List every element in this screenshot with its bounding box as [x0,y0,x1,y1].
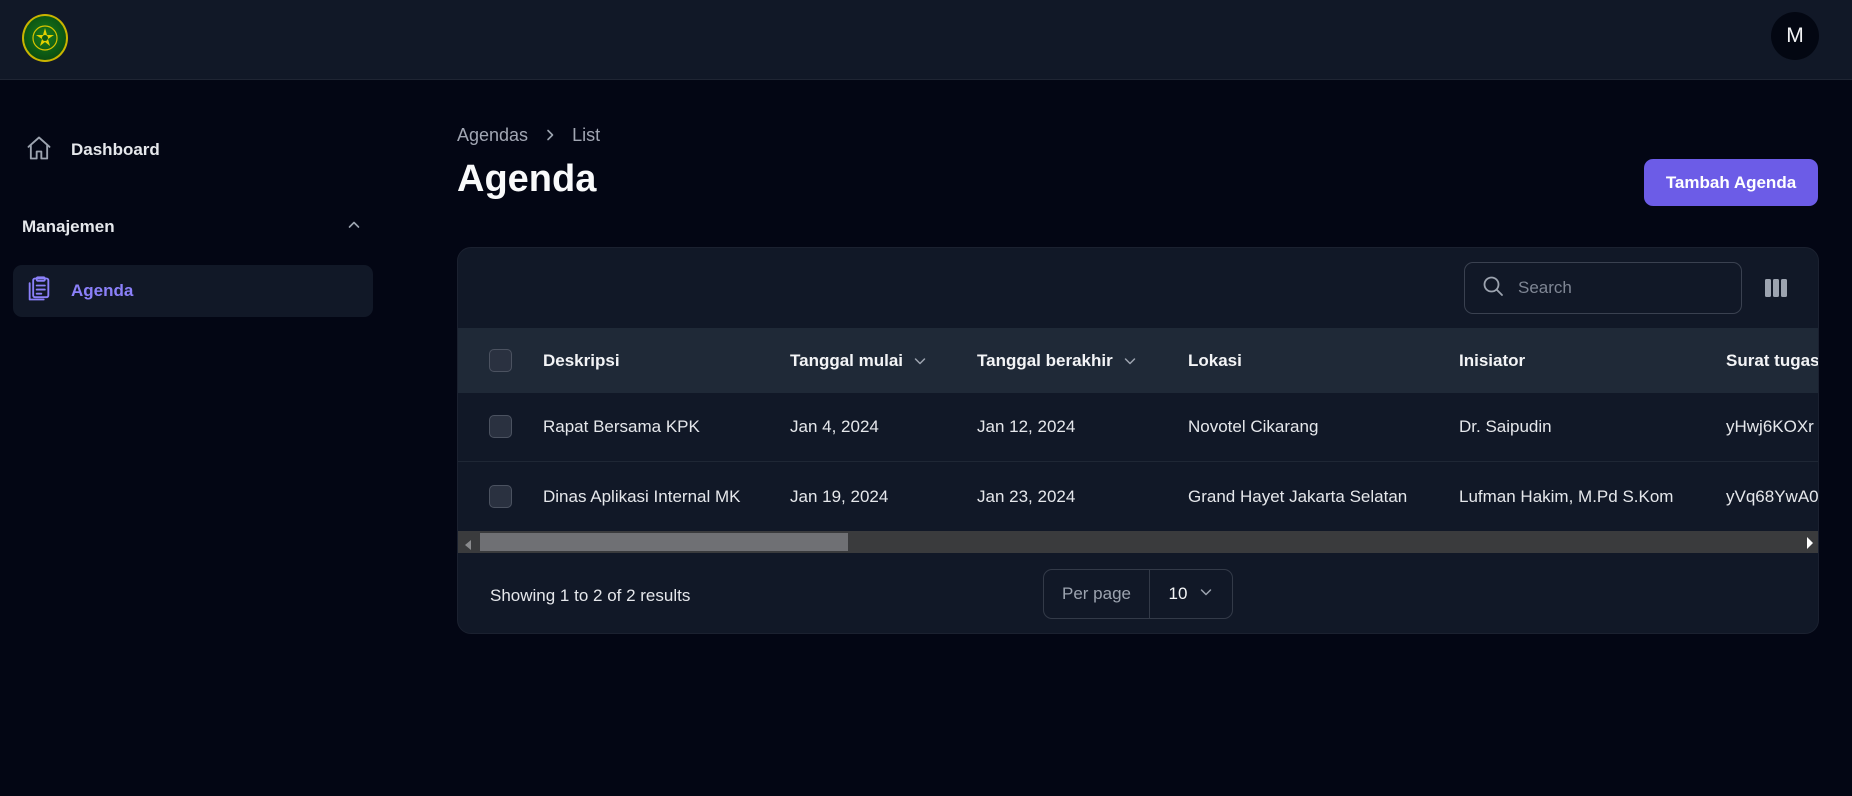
cell-lokasi: Grand Hayet Jakarta Selatan [1188,486,1408,506]
search-box[interactable] [1464,262,1742,314]
sidebar-item-label: Dashboard [71,140,160,159]
cell-deskripsi: Dinas Aplikasi Internal MK [543,486,741,506]
sidebar-group-manajemen[interactable]: Manajemen [22,212,362,242]
table-header-row: Deskripsi Tanggal mulai Tanggal berakhir… [458,328,1819,393]
sidebar: Dashboard Manajemen Agenda [0,80,380,796]
horizontal-scrollbar[interactable] [458,531,1818,555]
cell-tanggal-mulai: Jan 4, 2024 [790,417,879,436]
select-all-checkbox[interactable] [489,348,512,372]
home-icon [25,134,53,167]
sidebar-item-label: Agenda [71,281,134,300]
clipboard-list-icon [25,275,53,308]
breadcrumb-current: List [572,124,601,145]
row-checkbox[interactable] [489,415,512,438]
cell-tanggal-mulai: Jan 19, 2024 [790,486,889,506]
chevron-right-icon [543,128,557,142]
user-avatar[interactable]: M [1771,12,1819,60]
cell-lokasi: Novotel Cikarang [1188,417,1319,436]
add-agenda-button[interactable]: Tambah Agenda [1644,159,1818,206]
search-input[interactable] [1518,278,1718,298]
per-page-select[interactable]: Per page 10 [1043,569,1233,619]
column-header-tanggal-mulai[interactable]: Tanggal mulai [790,328,927,393]
breadcrumb: Agendas List [457,122,600,148]
column-header-inisiator: Inisiator [1459,350,1526,370]
cell-tanggal-berakhir: Jan 12, 2024 [977,417,1076,436]
column-header-label: Tanggal mulai [790,350,904,370]
chevron-up-icon[interactable] [346,217,362,238]
scroll-left-icon[interactable] [464,537,472,555]
court-emblem-icon[interactable] [22,14,68,62]
chevron-down-icon[interactable] [1123,354,1137,368]
top-bar: M [0,0,1852,80]
cell-inisiator: Dr. Saipudin [1459,417,1552,436]
column-header-deskripsi: Deskripsi [543,350,620,370]
column-header-tanggal-berakhir[interactable]: Tanggal berakhir [977,328,1137,393]
per-page-value[interactable]: 10 [1150,584,1232,604]
page-title: Agenda [457,158,597,200]
column-toggle-icon[interactable] [1762,276,1790,300]
cell-surat-tugas: yHwj6KOXr [1726,417,1814,436]
sidebar-group-label: Manajemen [22,217,115,236]
column-header-lokasi: Lokasi [1188,350,1242,370]
agenda-table-card: Deskripsi Tanggal mulai Tanggal berakhir… [457,247,1819,634]
sidebar-item-agenda[interactable]: Agenda [13,265,373,317]
cell-surat-tugas: yVq68YwA0 [1726,486,1819,506]
cell-deskripsi: Rapat Bersama KPK [543,417,700,436]
table-row[interactable]: Rapat Bersama KPK Jan 4, 2024 Jan 12, 20… [458,393,1818,462]
cell-inisiator: Lufman Hakim, M.Pd S.Kom [1459,486,1674,506]
row-checkbox[interactable] [489,484,512,508]
per-page-label: Per page [1044,570,1150,618]
scroll-right-icon[interactable] [1806,536,1814,554]
breadcrumb-link-agendas[interactable]: Agendas [457,125,528,146]
avatar-initial: M [1786,24,1804,47]
column-header-label: Tanggal berakhir [977,350,1113,370]
table-row[interactable]: Dinas Aplikasi Internal MK Jan 19, 2024 … [458,462,1819,531]
cell-tanggal-berakhir: Jan 23, 2024 [977,486,1076,506]
chevron-down-icon [1199,584,1213,604]
per-page-number: 10 [1168,584,1188,603]
column-header-surat-tugas: Surat tugas [1726,350,1819,370]
chevron-down-icon[interactable] [913,354,927,368]
search-icon [1482,275,1504,302]
scrollbar-thumb[interactable] [480,533,848,551]
sidebar-item-dashboard[interactable]: Dashboard [13,124,373,176]
pagination-summary: Showing 1 to 2 of 2 results [490,586,691,605]
